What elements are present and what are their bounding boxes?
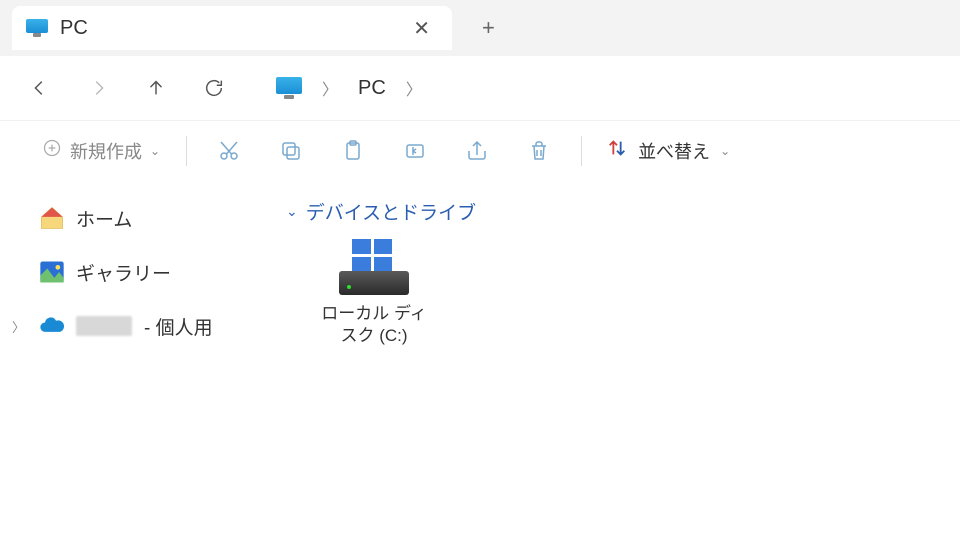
items-grid: ローカル ディスク (C:) bbox=[286, 239, 944, 347]
onedrive-icon bbox=[38, 312, 66, 340]
monitor-icon bbox=[276, 77, 302, 99]
content-area: ホーム ギャラリー 〉 - 個人用 ⌄ デバ bbox=[0, 180, 960, 540]
drive-icon bbox=[339, 239, 409, 295]
rename-button[interactable] bbox=[387, 131, 443, 171]
home-icon bbox=[38, 204, 66, 232]
section-title: デバイスとドライブ bbox=[306, 198, 476, 225]
divider bbox=[186, 136, 187, 166]
obscured-username bbox=[76, 316, 132, 336]
sort-button[interactable]: 並べ替え ⌄ bbox=[596, 131, 740, 170]
paste-button[interactable] bbox=[325, 131, 381, 171]
chevron-down-icon: ⌄ bbox=[720, 144, 730, 158]
up-button[interactable] bbox=[136, 68, 176, 108]
chevron-right-icon[interactable]: 〉 bbox=[406, 76, 422, 100]
new-button[interactable]: 新規作成 ⌄ bbox=[30, 132, 172, 170]
copy-button[interactable] bbox=[263, 131, 319, 171]
tab-bar: PC ✕ + bbox=[0, 0, 960, 56]
sidebar-item-gallery[interactable]: ギャラリー bbox=[10, 254, 260, 290]
divider bbox=[581, 136, 582, 166]
breadcrumb[interactable]: 〉 PC 〉 bbox=[276, 76, 422, 100]
sidebar-item-onedrive[interactable]: 〉 - 個人用 bbox=[10, 308, 260, 344]
main-pane: ⌄ デバイスとドライブ ローカル ディスク (C:) bbox=[270, 180, 960, 540]
section-header-devices[interactable]: ⌄ デバイスとドライブ bbox=[286, 198, 944, 225]
close-tab-button[interactable]: ✕ bbox=[405, 12, 438, 45]
nav-bar: 〉 PC 〉 bbox=[0, 56, 960, 120]
drive-label: ローカル ディスク (C:) bbox=[314, 303, 434, 347]
sidebar-item-label-suffix: - 個人用 bbox=[144, 313, 213, 340]
monitor-icon bbox=[26, 19, 48, 37]
tab-title: PC bbox=[60, 17, 393, 40]
sort-label: 並べ替え bbox=[638, 138, 710, 164]
chevron-down-icon: ⌄ bbox=[150, 144, 160, 158]
back-button[interactable] bbox=[20, 68, 60, 108]
breadcrumb-location: PC bbox=[358, 77, 386, 100]
chevron-right-icon: 〉 bbox=[322, 76, 338, 100]
file-explorer-window: PC ✕ + 〉 PC 〉 bbox=[0, 0, 960, 540]
sort-icon bbox=[606, 137, 628, 164]
plus-circle-icon bbox=[42, 138, 62, 163]
drive-item-c[interactable]: ローカル ディスク (C:) bbox=[314, 239, 434, 347]
sidebar-item-home[interactable]: ホーム bbox=[10, 200, 260, 236]
sidebar-item-label: ギャラリー bbox=[76, 259, 171, 286]
new-tab-button[interactable]: + bbox=[452, 15, 525, 41]
forward-button[interactable] bbox=[78, 68, 118, 108]
tab-pc[interactable]: PC ✕ bbox=[12, 6, 452, 50]
sidebar-item-label: ホーム bbox=[76, 205, 132, 232]
new-label: 新規作成 bbox=[70, 138, 142, 164]
gallery-icon bbox=[38, 258, 66, 286]
refresh-button[interactable] bbox=[194, 68, 234, 108]
windows-badge-icon bbox=[352, 239, 392, 271]
toolbar: 新規作成 ⌄ 並べ替え ⌄ bbox=[0, 120, 960, 180]
expand-caret-icon[interactable]: 〉 bbox=[12, 317, 28, 336]
delete-button[interactable] bbox=[511, 131, 567, 171]
chevron-down-icon: ⌄ bbox=[286, 203, 298, 220]
sidebar: ホーム ギャラリー 〉 - 個人用 bbox=[0, 180, 270, 540]
cut-button[interactable] bbox=[201, 131, 257, 171]
share-button[interactable] bbox=[449, 131, 505, 171]
